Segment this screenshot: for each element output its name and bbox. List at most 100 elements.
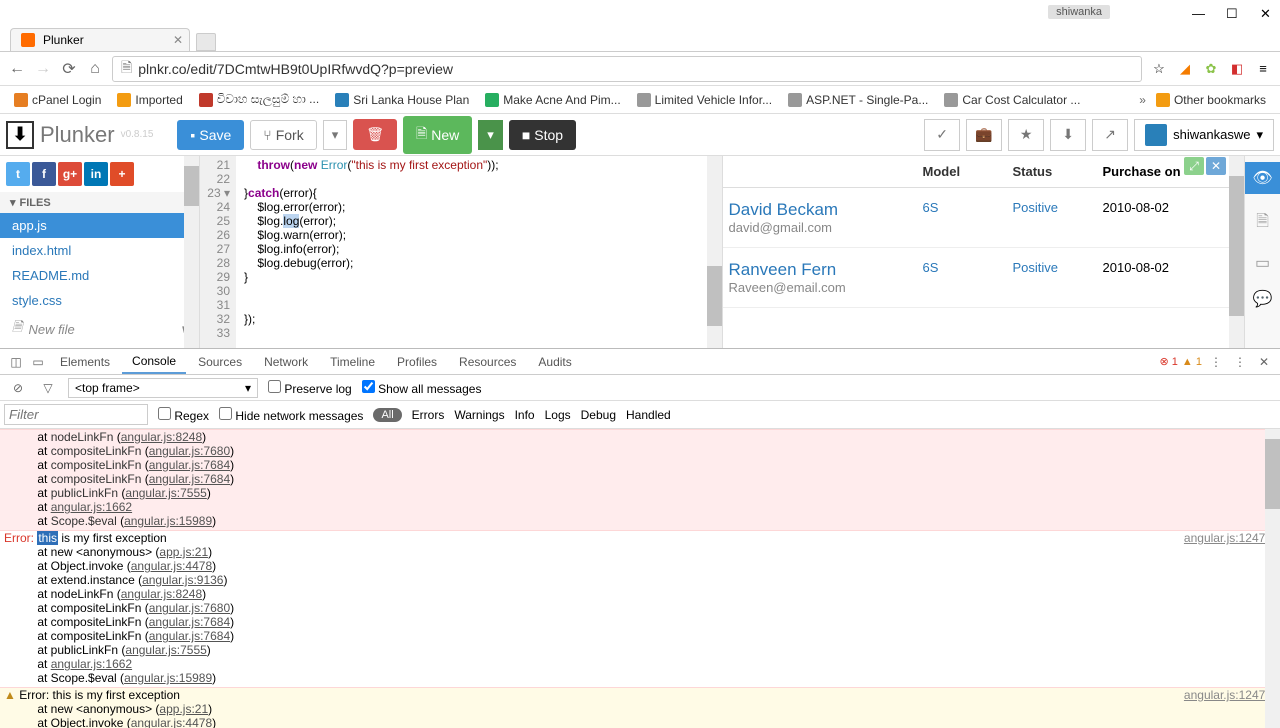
expand-icon[interactable]: ⤢ <box>1184 157 1204 175</box>
tab-network[interactable]: Network <box>254 351 318 373</box>
filter-input[interactable] <box>4 404 148 425</box>
editor-scrollbar[interactable] <box>707 156 722 348</box>
check-button[interactable]: ✓ <box>924 119 960 151</box>
main-area: t f g+ in + ▾ FILES app.js index.html RE… <box>0 156 1280 348</box>
bookmark-item[interactable]: ASP.NET - Single-Pa... <box>782 91 934 109</box>
bookmark-item[interactable]: Limited Vehicle Infor... <box>631 91 778 109</box>
maximize-icon[interactable]: ☐ <box>1226 6 1238 18</box>
home-icon[interactable]: ⌂ <box>86 60 104 78</box>
sidebar-scrollbar[interactable] <box>184 156 199 348</box>
level-debug[interactable]: Debug <box>581 408 616 422</box>
share-button[interactable]: ↗ <box>1092 119 1128 151</box>
bookmarks-overflow-icon[interactable]: » <box>1139 93 1146 107</box>
ext-box-icon[interactable]: ◧ <box>1228 60 1246 78</box>
level-handled[interactable]: Handled <box>626 408 671 422</box>
bookmark-item[interactable]: Car Cost Calculator ... <box>938 91 1086 109</box>
app-version: v0.8.15 <box>121 129 154 140</box>
tab-console[interactable]: Console <box>122 350 186 374</box>
other-bookmarks[interactable]: Other bookmarks <box>1150 91 1272 109</box>
tab-resources[interactable]: Resources <box>449 351 526 373</box>
minimize-icon[interactable]: — <box>1192 6 1204 18</box>
preview-scrollbar[interactable] <box>1229 156 1244 348</box>
hide-network-checkbox[interactable]: Hide network messages <box>219 407 363 423</box>
ext-gear-icon[interactable]: ✿ <box>1202 60 1220 78</box>
fork-dropdown[interactable]: ▾ <box>323 120 348 150</box>
addthis-icon[interactable]: + <box>110 162 134 186</box>
close-tab-icon[interactable]: ✕ <box>173 33 183 47</box>
show-all-checkbox[interactable]: Show all messages <box>362 380 482 396</box>
bookmark-item[interactable]: Imported <box>111 91 188 109</box>
menu-icon[interactable]: ≡ <box>1254 60 1272 78</box>
inspect-icon[interactable]: ◫ <box>6 355 26 369</box>
level-info[interactable]: Info <box>515 408 535 422</box>
box-icon[interactable]: ▭ <box>1255 253 1270 273</box>
browser-tab[interactable]: Plunker ✕ <box>10 28 190 51</box>
tab-sources[interactable]: Sources <box>188 351 252 373</box>
close-preview-icon[interactable]: ✕ <box>1206 157 1226 175</box>
new-tab-button[interactable] <box>196 33 216 51</box>
preserve-log-checkbox[interactable]: Preserve log <box>268 380 352 396</box>
tab-audits[interactable]: Audits <box>528 351 581 373</box>
back-icon[interactable]: ← <box>8 60 26 78</box>
console-scrollbar[interactable] <box>1265 429 1280 728</box>
tab-elements[interactable]: Elements <box>50 351 120 373</box>
plunker-logo-icon[interactable]: ⬇ <box>6 121 34 149</box>
chat-icon[interactable]: 💬 <box>1253 289 1273 309</box>
doc-icon[interactable]: 🗎 <box>1256 210 1269 237</box>
file-item-app-js[interactable]: app.js <box>0 213 199 238</box>
device-icon[interactable]: ▭ <box>28 355 48 369</box>
code-editor[interactable]: 212223 ▾24252627282930313233 throw(new E… <box>200 156 722 348</box>
save-button[interactable]: ▪ Save <box>177 120 244 150</box>
facebook-icon[interactable]: f <box>32 162 56 186</box>
drawer-icon[interactable]: ⋮ <box>1206 355 1226 369</box>
clear-icon[interactable]: ⊘ <box>8 381 28 395</box>
eye-icon[interactable]: 👁 <box>1245 162 1280 194</box>
code-content[interactable]: throw(new Error("this is my first except… <box>236 156 507 348</box>
chrome-user[interactable]: shiwanka <box>1048 5 1110 19</box>
briefcase-button[interactable]: 💼 <box>966 119 1002 151</box>
new-file-button[interactable]: 🗎 New file▾ <box>0 313 199 345</box>
delete-button[interactable]: 🗑 <box>353 119 397 150</box>
source-link[interactable]: angular.js:12477 <box>1184 531 1272 545</box>
bookmark-item[interactable]: විවාහ සැලසුම් හා ... <box>193 90 325 109</box>
warn-count[interactable]: ▲ 1 <box>1182 356 1202 368</box>
new-dropdown[interactable]: ▾ <box>478 120 503 150</box>
frame-select[interactable]: <top frame>▾ <box>68 378 258 398</box>
file-item-index-html[interactable]: index.html <box>0 238 199 263</box>
user-menu[interactable]: shiwankaswe ▾ <box>1134 119 1274 151</box>
file-item-style-css[interactable]: style.css <box>0 288 199 313</box>
stop-button[interactable]: ■ Stop <box>509 120 576 150</box>
linkedin-icon[interactable]: in <box>84 162 108 186</box>
source-link[interactable]: angular.js:12477 <box>1184 688 1272 702</box>
files-header[interactable]: ▾ FILES <box>0 192 199 213</box>
console-output[interactable]: at nodeLinkFn (angular.js:8248) at compo… <box>0 429 1280 728</box>
close-devtools-icon[interactable]: ✕ <box>1254 355 1274 369</box>
gplus-icon[interactable]: g+ <box>58 162 82 186</box>
close-window-icon[interactable]: ✕ <box>1260 6 1272 18</box>
level-logs[interactable]: Logs <box>545 408 571 422</box>
star-button[interactable]: ★ <box>1008 119 1044 151</box>
twitter-icon[interactable]: t <box>6 162 30 186</box>
regex-checkbox[interactable]: Regex <box>158 407 209 423</box>
rss-icon[interactable]: ◢ <box>1176 60 1194 78</box>
url-input[interactable]: 🗎 plnkr.co/edit/7DCmtwHB9t0UpIRfwvdQ?p=p… <box>112 56 1142 82</box>
error-count[interactable]: ⊗ 1 <box>1160 355 1178 368</box>
new-button[interactable]: 🗎 New <box>403 116 472 154</box>
download-button[interactable]: ⬇ <box>1050 119 1086 151</box>
star-icon[interactable]: ☆ <box>1150 60 1168 78</box>
fork-button[interactable]: ⑂ Fork <box>250 120 316 150</box>
filter-icon[interactable]: ▽ <box>38 381 58 395</box>
page-icon: 🗎 <box>121 57 132 81</box>
forward-icon[interactable]: → <box>34 60 52 78</box>
reload-icon[interactable]: ⟳ <box>60 60 78 78</box>
bookmark-item[interactable]: Make Acne And Pim... <box>479 91 626 109</box>
level-all[interactable]: All <box>373 408 401 422</box>
bookmark-item[interactable]: Sri Lanka House Plan <box>329 91 475 109</box>
file-item-readme[interactable]: README.md <box>0 263 199 288</box>
tab-timeline[interactable]: Timeline <box>320 351 385 373</box>
dock-icon[interactable]: ⋮ <box>1230 355 1250 369</box>
bookmark-item[interactable]: cPanel Login <box>8 91 107 109</box>
level-errors[interactable]: Errors <box>412 408 445 422</box>
level-warnings[interactable]: Warnings <box>454 408 504 422</box>
tab-profiles[interactable]: Profiles <box>387 351 447 373</box>
